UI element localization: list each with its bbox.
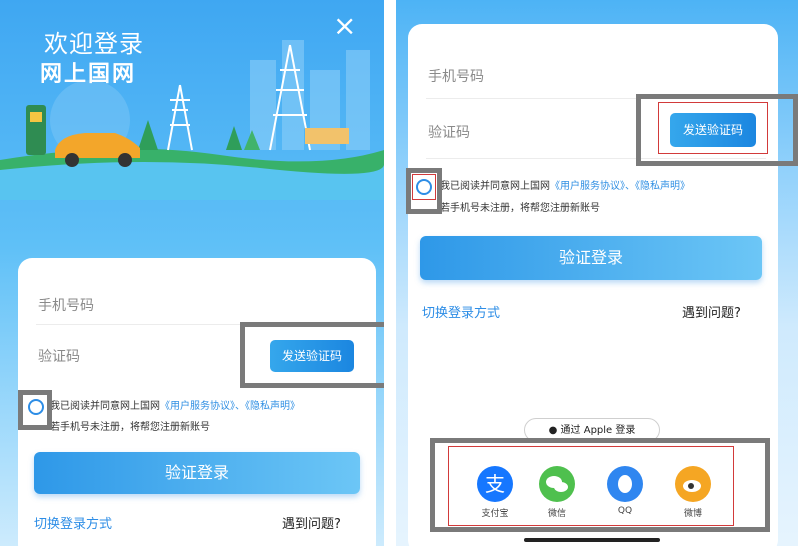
- agree-prefix: 我已阅读并同意网上国网: [50, 401, 160, 412]
- phone-input[interactable]: 手机号码: [38, 295, 94, 315]
- code-input[interactable]: 验证码: [428, 122, 470, 142]
- switch-login-method-link[interactable]: 切换登录方式: [422, 302, 500, 321]
- right-screenshot: 手机号码 验证码 发送验证码 我已阅读并同意网上国网《用户服务协议》、《隐私声明…: [396, 0, 798, 546]
- highlight-box-social-inner: [448, 446, 734, 526]
- problem-link[interactable]: 遇到问题?: [282, 513, 341, 532]
- user-agreement-link[interactable]: 《用户服务协议》: [550, 181, 625, 192]
- welcome-title: 欢迎登录: [44, 30, 144, 58]
- apple-login-label: 通过 Apple 登录: [560, 425, 636, 436]
- verify-login-button[interactable]: 验证登录: [34, 452, 360, 494]
- agree-separator: 、: [235, 401, 245, 412]
- left-screenshot: 欢迎登录 网上国网 × 手机号码 验证码 发送验证码 我已阅读并同意网上国网《用…: [0, 0, 384, 546]
- code-input[interactable]: 验证码: [38, 346, 80, 366]
- agree-separator: 、: [625, 181, 635, 192]
- highlight-box-send-code-inner: [658, 102, 768, 154]
- highlight-box-radio-inner: [412, 174, 436, 200]
- agreement-text: 我已阅读并同意网上国网《用户服务协议》、《隐私声明》: [440, 178, 690, 196]
- privacy-link[interactable]: 《隐私声明》: [635, 181, 690, 192]
- privacy-link[interactable]: 《隐私声明》: [245, 401, 300, 412]
- close-icon[interactable]: ×: [333, 12, 356, 40]
- problem-link[interactable]: 遇到问题?: [682, 302, 741, 321]
- app-name: 网上国网: [40, 62, 137, 87]
- verify-login-button[interactable]: 验证登录: [420, 236, 762, 280]
- register-note: 若手机号未注册，将帮您注册新账号: [440, 203, 600, 214]
- highlight-box-send-code: [240, 322, 384, 388]
- phone-input[interactable]: 手机号码: [428, 66, 484, 86]
- user-agreement-link[interactable]: 《用户服务协议》: [160, 401, 235, 412]
- switch-login-method-link[interactable]: 切换登录方式: [34, 513, 112, 532]
- agreement-text: 我已阅读并同意网上国网《用户服务协议》、《隐私声明》: [50, 398, 300, 416]
- register-note: 若手机号未注册，将帮您注册新账号: [50, 422, 210, 433]
- home-indicator: [524, 538, 660, 542]
- agree-prefix: 我已阅读并同意网上国网: [440, 181, 550, 192]
- highlight-box-radio: [18, 390, 52, 430]
- apple-icon: ●: [548, 425, 558, 436]
